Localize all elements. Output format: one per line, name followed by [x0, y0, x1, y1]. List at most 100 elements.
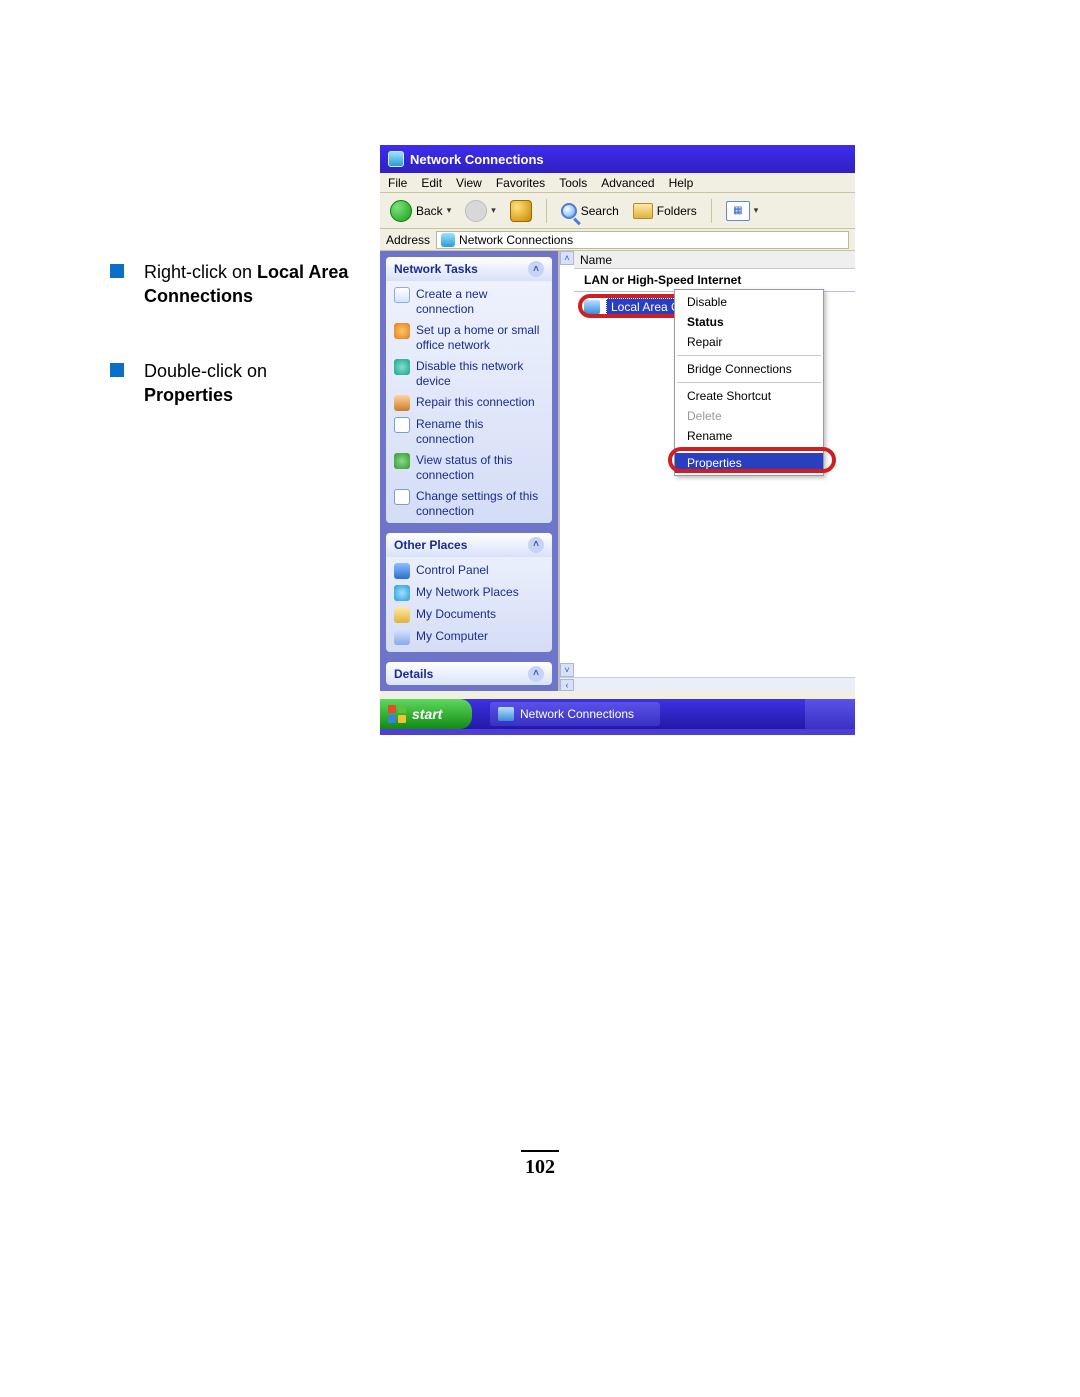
column-header-name[interactable]: Name	[574, 251, 855, 269]
task-rename-connection[interactable]: Rename this connection	[394, 417, 544, 447]
ctx-create-shortcut[interactable]: Create Shortcut	[675, 386, 823, 406]
back-button[interactable]: Back ▾	[386, 198, 455, 224]
scroll-left-button[interactable]: ‹	[560, 679, 574, 691]
task-label: Set up a home or small office network	[416, 323, 544, 353]
windows-logo-icon	[388, 705, 406, 723]
new-connection-icon	[394, 287, 410, 303]
menu-help[interactable]: Help	[669, 176, 694, 190]
my-computer-icon	[394, 629, 410, 645]
place-network-places[interactable]: My Network Places	[394, 585, 544, 601]
search-icon	[561, 203, 577, 219]
scroll-down-button[interactable]: ˅	[560, 663, 574, 677]
menu-file[interactable]: File	[388, 176, 407, 190]
ctx-rename[interactable]: Rename	[675, 426, 823, 446]
square-bullet-icon	[110, 264, 124, 278]
place-label: My Computer	[416, 629, 488, 644]
panel-network-tasks: Network Tasks ˄ Create a new connection …	[386, 257, 552, 523]
ctx-repair[interactable]: Repair	[675, 332, 823, 352]
toolbar-separator	[711, 199, 712, 223]
taskbar-item-label: Network Connections	[520, 707, 634, 721]
instruction-item: Right-click on Local Area Connections	[110, 260, 360, 309]
dropdown-icon[interactable]: ▾	[447, 205, 452, 216]
toolbar: Back ▾ ▾ Search Folders ▦ ▾	[380, 193, 855, 229]
ctx-delete: Delete	[675, 406, 823, 426]
page-number: 102	[521, 1150, 559, 1179]
place-my-documents[interactable]: My Documents	[394, 607, 544, 623]
task-setup-home-network[interactable]: Set up a home or small office network	[394, 323, 544, 353]
task-repair-connection[interactable]: Repair this connection	[394, 395, 544, 411]
screenshot-window: Network Connections File Edit View Favor…	[380, 145, 855, 735]
chevron-up-icon[interactable]: ˄	[528, 537, 544, 553]
place-control-panel[interactable]: Control Panel	[394, 563, 544, 579]
search-label: Search	[581, 204, 619, 218]
dropdown-icon[interactable]: ▾	[491, 205, 496, 216]
address-label: Address	[386, 233, 430, 247]
ctx-properties[interactable]: Properties	[675, 453, 823, 473]
window-border-bottom	[380, 691, 855, 699]
disable-device-icon	[394, 359, 410, 375]
start-label: start	[412, 706, 442, 722]
network-places-icon	[394, 585, 410, 601]
start-button[interactable]: start	[380, 699, 472, 729]
settings-icon	[394, 489, 410, 505]
panel-header[interactable]: Other Places ˄	[386, 533, 552, 557]
ctx-status[interactable]: Status	[675, 312, 823, 332]
place-label: My Network Places	[416, 585, 519, 600]
taskbar-item[interactable]: Network Connections	[490, 702, 660, 726]
task-create-connection[interactable]: Create a new connection	[394, 287, 544, 317]
task-change-settings[interactable]: Change settings of this connection	[394, 489, 544, 519]
content-pane: ˄ Name LAN or High-Speed Internet Local …	[558, 251, 855, 691]
up-button[interactable]	[506, 198, 536, 224]
forward-arrow-icon	[465, 200, 487, 222]
toolbar-separator	[546, 199, 547, 223]
status-icon	[394, 453, 410, 469]
taskbar-app-icon	[498, 707, 514, 721]
instruction-list: Right-click on Local Area Connections Do…	[110, 260, 360, 457]
menu-view[interactable]: View	[456, 176, 482, 190]
panel-body: Control Panel My Network Places My Docum…	[386, 557, 552, 652]
window-titlebar[interactable]: Network Connections	[380, 145, 855, 173]
column-header-label: Name	[580, 253, 612, 267]
back-label: Back	[416, 204, 443, 218]
panel-details: Details ˄	[386, 662, 552, 685]
search-button[interactable]: Search	[557, 201, 623, 221]
panel-header[interactable]: Network Tasks ˄	[386, 257, 552, 281]
back-arrow-icon	[390, 200, 412, 222]
address-field[interactable]: Network Connections	[436, 231, 849, 249]
system-tray[interactable]	[805, 699, 855, 729]
views-button[interactable]: ▦ ▾	[722, 199, 763, 223]
instruction-pretext: Right-click on	[144, 262, 257, 282]
menu-advanced[interactable]: Advanced	[601, 176, 654, 190]
instruction-bold: Properties	[144, 385, 233, 405]
panel-body: Create a new connection Set up a home or…	[386, 281, 552, 523]
forward-button[interactable]: ▾	[461, 198, 500, 224]
panel-other-places: Other Places ˄ Control Panel My Network …	[386, 533, 552, 652]
chevron-up-icon[interactable]: ˄	[528, 666, 544, 682]
my-documents-icon	[394, 607, 410, 623]
task-label: Create a new connection	[416, 287, 544, 317]
panel-title: Network Tasks	[394, 262, 478, 276]
square-bullet-icon	[110, 363, 124, 377]
scroll-up-button[interactable]: ˄	[560, 251, 574, 265]
folders-button[interactable]: Folders	[629, 201, 701, 221]
task-disable-device[interactable]: Disable this network device	[394, 359, 544, 389]
task-label: Change settings of this connection	[416, 489, 544, 519]
chevron-up-icon[interactable]: ˄	[528, 261, 544, 277]
group-label: LAN or High-Speed Internet	[584, 273, 741, 287]
panel-header[interactable]: Details ˄	[386, 662, 552, 685]
horizontal-scrollbar[interactable]: ‹	[560, 677, 855, 691]
folders-label: Folders	[657, 204, 697, 218]
home-network-icon	[394, 323, 410, 339]
menu-edit[interactable]: Edit	[421, 176, 442, 190]
ctx-bridge[interactable]: Bridge Connections	[675, 359, 823, 379]
menu-tools[interactable]: Tools	[559, 176, 587, 190]
task-label: Repair this connection	[416, 395, 535, 410]
dropdown-icon[interactable]: ▾	[754, 205, 759, 216]
taskbar: start Network Connections	[380, 699, 855, 729]
task-view-status[interactable]: View status of this connection	[394, 453, 544, 483]
task-label: Rename this connection	[416, 417, 544, 447]
menu-favorites[interactable]: Favorites	[496, 176, 545, 190]
address-icon	[441, 233, 455, 247]
place-my-computer[interactable]: My Computer	[394, 629, 544, 645]
ctx-disable[interactable]: Disable	[675, 292, 823, 312]
